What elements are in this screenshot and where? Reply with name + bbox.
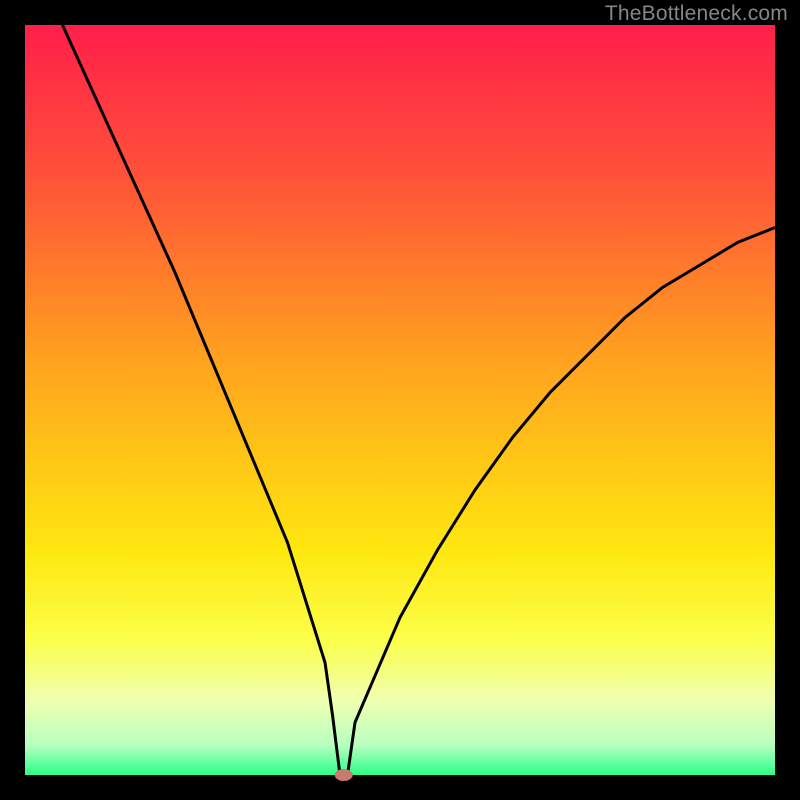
optimal-point-marker <box>335 769 353 781</box>
chart-container: TheBottleneck.com <box>0 0 800 800</box>
plot-background <box>25 25 775 775</box>
watermark-text: TheBottleneck.com <box>605 2 788 26</box>
bottleneck-chart <box>0 0 800 800</box>
